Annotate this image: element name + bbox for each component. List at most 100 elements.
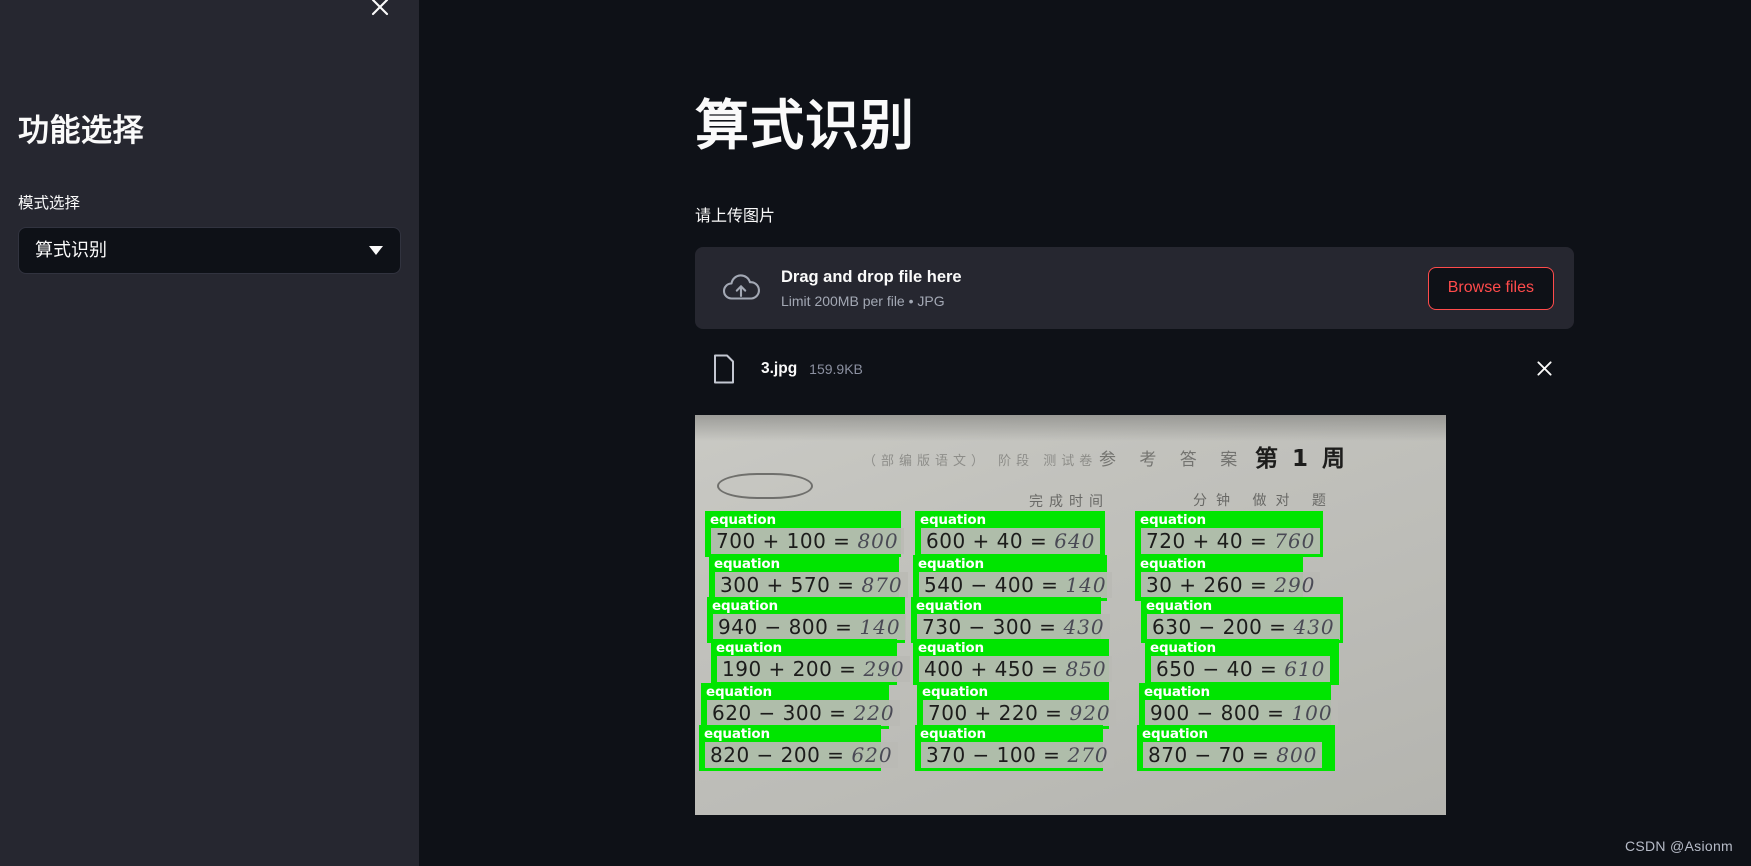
paper-shadow <box>695 415 1446 442</box>
equation-answer: 920 <box>1069 701 1111 726</box>
equation-printed: 820 − 200 = <box>710 743 845 768</box>
equation-answer: 220 <box>853 701 895 726</box>
uploaded-file-size: 159.9KB <box>809 360 863 377</box>
image-preview: （部编版语文） 阶段 测试卷 参 考 答 案 第 1 周 完成时间 分钟 做对 … <box>695 415 1446 816</box>
worksheet-subline2: 分钟 做对 题 <box>1193 493 1335 510</box>
equation-text: 700 + 220 = 920 <box>923 700 1116 727</box>
equation-text: 700 + 100 = 800 <box>711 528 904 555</box>
equation-answer: 140 <box>859 615 901 640</box>
detection-box-equation: equation 700 + 220 = 920 <box>917 683 1116 730</box>
detection-box-equation: equation 300 + 570 = 870 <box>709 555 908 602</box>
equation-printed: 620 − 300 = <box>712 701 847 726</box>
equation-answer: 800 <box>1276 743 1318 768</box>
detection-box-equation: equation 900 − 800 = 100 <box>1139 683 1338 730</box>
sidebar-content: 功能选择 模式选择 算式识别 <box>0 112 419 275</box>
detection-label: equation <box>1146 598 1212 615</box>
equation-printed: 400 + 450 = <box>924 657 1059 682</box>
uploaded-file-row: 3.jpg 159.9KB <box>695 341 1574 396</box>
mode-select-label: 模式选择 <box>18 194 81 212</box>
detection-box-equation: equation 630 − 200 = 430 <box>1141 597 1343 644</box>
equation-text: 540 − 400 = 140 <box>919 572 1112 599</box>
detection-box-equation: equation 600 + 40 = 640 <box>915 511 1105 558</box>
equation-text: 630 − 200 = 430 <box>1147 614 1340 641</box>
equation-printed: 190 + 200 = <box>722 657 857 682</box>
equation-answer: 610 <box>1284 657 1326 682</box>
equation-printed: 940 − 800 = <box>718 615 853 640</box>
equation-text: 300 + 570 = 870 <box>715 572 908 599</box>
equation-text: 820 − 200 = 620 <box>705 742 898 769</box>
equation-printed: 870 − 70 = <box>1148 743 1270 768</box>
equation-printed: 30 + 260 = <box>1146 573 1268 598</box>
detection-label: equation <box>922 684 988 701</box>
detection-label: equation <box>918 556 984 573</box>
detection-box-equation: equation 820 − 200 = 620 <box>699 725 898 772</box>
equation-printed: 650 − 40 = <box>1156 657 1278 682</box>
detection-box-equation: equation 370 − 100 = 270 <box>915 725 1114 772</box>
sidebar-title: 功能选择 <box>18 113 144 148</box>
close-icon[interactable] <box>363 0 397 24</box>
worksheet-subline: 完成时间 <box>1029 494 1109 511</box>
main-inner: 算式识别 请上传图片 Drag and drop file here Limit… <box>419 95 1751 816</box>
equation-text: 870 − 70 = 800 <box>1143 742 1323 769</box>
detection-label: equation <box>1142 726 1208 743</box>
mode-select[interactable]: 算式识别 <box>18 227 401 275</box>
equation-printed: 370 − 100 = <box>926 743 1061 768</box>
detection-box-equation: equation 400 + 450 = 850 <box>913 639 1112 686</box>
remove-file-icon[interactable] <box>1530 355 1558 383</box>
equation-text: 720 + 40 = 760 <box>1141 528 1321 555</box>
detection-label: equation <box>916 598 982 615</box>
detection-label: equation <box>920 726 986 743</box>
equation-printed: 630 − 200 = <box>1152 615 1287 640</box>
equation-text: 600 + 40 = 640 <box>921 528 1101 555</box>
detection-box-equation: equation 190 + 200 = 290 <box>711 639 910 686</box>
equation-text: 370 − 100 = 270 <box>921 742 1114 769</box>
equation-answer: 800 <box>857 529 899 554</box>
file-dropzone[interactable]: Drag and drop file here Limit 200MB per … <box>695 247 1574 330</box>
equation-text: 620 − 300 = 220 <box>707 700 900 727</box>
equation-answer: 640 <box>1054 529 1096 554</box>
worksheet-week-title: 第 1 周 <box>1255 446 1349 473</box>
equation-text: 900 − 800 = 100 <box>1145 700 1338 727</box>
detection-label: equation <box>706 684 772 701</box>
detection-label: equation <box>1140 512 1206 529</box>
detection-label: equation <box>710 512 776 529</box>
detection-label: equation <box>712 598 778 615</box>
equation-printed: 700 + 100 = <box>716 529 851 554</box>
equation-answer: 430 <box>1293 615 1335 640</box>
worksheet-header-answer-key: 参 考 答 案 <box>1099 450 1247 471</box>
detection-label: equation <box>714 556 780 573</box>
detection-box-equation: equation 540 − 400 = 140 <box>913 555 1112 602</box>
dropzone-subtitle: Limit 200MB per file • JPG <box>781 292 945 309</box>
equation-text: 650 − 40 = 610 <box>1151 656 1331 683</box>
detection-box-equation: equation 650 − 40 = 610 <box>1145 639 1339 686</box>
detection-label: equation <box>1150 640 1216 657</box>
detection-label: equation <box>918 640 984 657</box>
equation-printed: 720 + 40 = <box>1146 529 1268 554</box>
equation-printed: 540 − 400 = <box>924 573 1059 598</box>
browse-files-button[interactable]: Browse files <box>1427 267 1554 310</box>
equation-answer: 290 <box>863 657 905 682</box>
equation-answer: 850 <box>1065 657 1107 682</box>
detection-box-equation: equation 30 + 260 = 290 <box>1135 555 1321 602</box>
detection-label: equation <box>704 726 770 743</box>
equation-answer: 140 <box>1065 573 1107 598</box>
equation-text: 730 − 300 = 430 <box>917 614 1110 641</box>
detection-box-equation: equation 700 + 100 = 800 <box>705 511 904 558</box>
equation-printed: 730 − 300 = <box>922 615 1057 640</box>
equation-printed: 900 − 800 = <box>1150 701 1285 726</box>
detection-box-equation: equation 720 + 40 = 760 <box>1135 511 1323 558</box>
detection-label: equation <box>1140 556 1206 573</box>
page-title: 算式识别 <box>695 96 915 156</box>
detection-box-equation: equation 870 − 70 = 800 <box>1137 725 1335 772</box>
detection-label: equation <box>716 640 782 657</box>
equation-answer: 430 <box>1063 615 1105 640</box>
mode-select-value: 算式识别 <box>35 240 107 261</box>
upload-section-label: 请上传图片 <box>695 208 776 226</box>
detection-label: equation <box>920 512 986 529</box>
equation-text: 940 − 800 = 140 <box>713 614 906 641</box>
dropzone-title: Drag and drop file here <box>781 268 962 287</box>
equation-text: 190 + 200 = 290 <box>717 656 910 683</box>
detection-box-equation: equation 620 − 300 = 220 <box>701 683 900 730</box>
chevron-down-icon <box>366 241 386 261</box>
equation-answer: 290 <box>1274 573 1316 598</box>
